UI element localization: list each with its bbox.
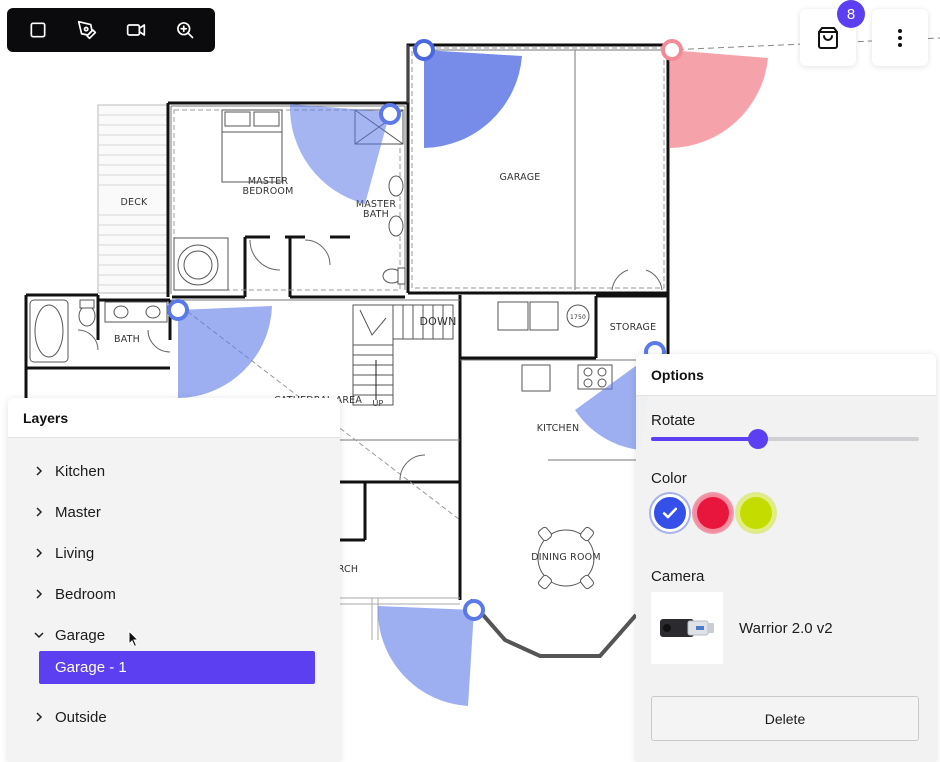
layer-item-garage-1[interactable]: Garage - 1 xyxy=(39,651,315,684)
shopping-bag-icon xyxy=(818,26,838,49)
delete-button[interactable]: Delete xyxy=(651,696,919,741)
color-label: Color xyxy=(651,470,687,487)
chevron-right-icon xyxy=(33,588,45,600)
color-swatch-lime[interactable] xyxy=(737,494,775,532)
rotate-slider[interactable] xyxy=(651,429,919,449)
camera-garage-1[interactable] xyxy=(413,39,522,148)
layer-item-garage[interactable]: Garage xyxy=(8,620,105,650)
color-swatch-red[interactable] xyxy=(694,494,732,532)
layer-label: Bedroom xyxy=(55,585,116,603)
rotate-slider-fill xyxy=(651,437,759,441)
label-master-bath: BATH xyxy=(363,209,389,220)
camera-porch[interactable] xyxy=(377,599,485,706)
label-down: DOWN xyxy=(419,315,456,328)
color-swatch-blue[interactable] xyxy=(651,494,689,532)
chevron-right-icon xyxy=(33,711,45,723)
chevron-right-icon xyxy=(33,465,45,477)
square-icon xyxy=(30,22,45,38)
more-options-button[interactable] xyxy=(872,9,928,66)
camera-tool[interactable] xyxy=(118,12,154,48)
layers-panel-title: Layers xyxy=(8,398,340,438)
zoom-tool[interactable] xyxy=(167,12,203,48)
label-deck: DECK xyxy=(121,197,149,208)
mouse-cursor-icon xyxy=(128,630,140,648)
pen-icon xyxy=(77,20,96,40)
layers-panel: Layers Kitchen Master Living Bedroom Gar… xyxy=(8,398,340,762)
drawing-toolbar xyxy=(7,8,215,52)
video-camera-icon xyxy=(126,24,145,36)
chevron-right-icon xyxy=(33,506,45,518)
label-bath: BATH xyxy=(114,334,140,345)
label-kitchen: KITCHEN xyxy=(537,423,580,434)
label-dining-room: DINING ROOM xyxy=(531,552,600,563)
camera-model-name: Warrior 2.0 v2 xyxy=(739,620,833,637)
camera-thumbnail xyxy=(651,592,723,664)
chevron-down-icon xyxy=(33,629,45,641)
label-storage: STORAGE xyxy=(610,322,657,333)
pen-tool[interactable] xyxy=(69,12,105,48)
rotate-label: Rotate xyxy=(651,412,696,429)
layer-label: Garage xyxy=(55,626,106,644)
label-garage: GARAGE xyxy=(500,172,541,183)
bay-window xyxy=(468,598,638,658)
label-porch: RCH xyxy=(338,564,359,575)
camera-master-bath[interactable] xyxy=(289,103,401,204)
label-bedroom: BEDROOM xyxy=(243,186,294,197)
select-rectangle-tool[interactable] xyxy=(20,12,56,48)
chevron-right-icon xyxy=(33,547,45,559)
security-camera-icon xyxy=(660,619,714,637)
camera-garage-outside[interactable] xyxy=(661,39,768,148)
layer-item-outside[interactable]: Outside xyxy=(8,702,107,732)
layer-label: Living xyxy=(55,544,95,562)
bed xyxy=(221,109,283,183)
label-appliance: 1750 xyxy=(570,314,586,321)
zoom-in-icon xyxy=(176,22,193,39)
layer-label: Outside xyxy=(55,708,107,726)
camera-bath-hall[interactable] xyxy=(167,299,272,398)
spa-tub xyxy=(173,237,229,291)
layer-label: Master xyxy=(55,503,101,521)
layer-item-master[interactable]: Master xyxy=(8,497,101,527)
options-panel-title: Options xyxy=(636,354,936,396)
label-up: UP xyxy=(372,399,383,408)
layer-item-kitchen[interactable]: Kitchen xyxy=(8,456,105,486)
rotate-slider-thumb[interactable] xyxy=(748,429,769,449)
cart-count-badge: 8 xyxy=(837,0,865,28)
camera-label: Camera xyxy=(651,568,705,585)
options-panel: Options Rotate Color Camera Warrior 2.0 … xyxy=(636,354,936,762)
layer-label: Kitchen xyxy=(55,462,106,480)
checkmark-icon xyxy=(662,507,678,519)
layer-item-bedroom[interactable]: Bedroom xyxy=(8,579,116,609)
layer-item-living[interactable]: Living xyxy=(8,538,94,568)
more-vertical-icon xyxy=(898,28,902,47)
